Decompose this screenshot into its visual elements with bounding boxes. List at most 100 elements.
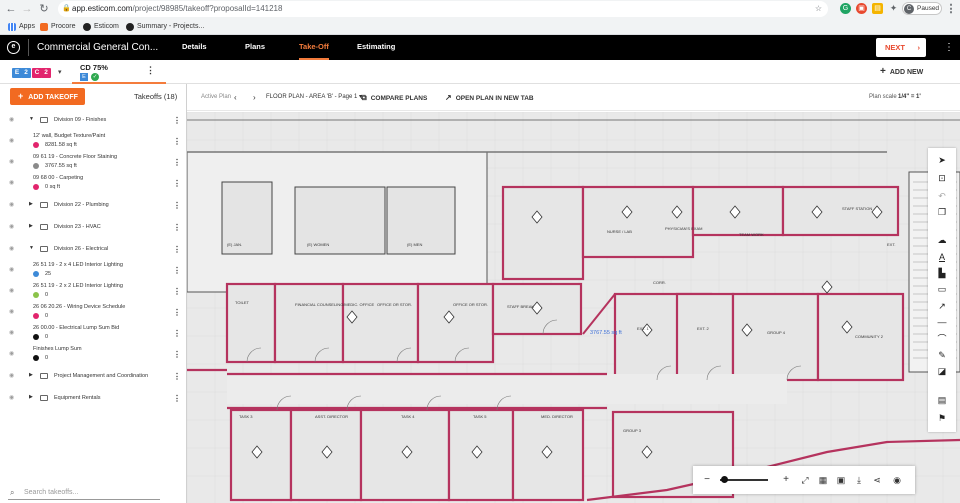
color-swatch[interactable] [33, 313, 39, 319]
row-menu-icon[interactable]: ⋮ [173, 351, 181, 359]
ruler-icon[interactable]: ▭ [928, 281, 956, 297]
takeoff-item[interactable]: ◉ 09 68 00 - Carpeting 0 sq ft ⋮ [0, 174, 187, 194]
forward-icon[interactable]: → [20, 2, 34, 16]
eye-icon[interactable]: ◉ [9, 202, 18, 208]
profile-button[interactable]: C Paused [902, 2, 942, 15]
more-options-icon[interactable]: ⋮ [944, 35, 954, 60]
color-swatch[interactable] [33, 142, 39, 148]
fit-screen-icon[interactable]: ⤢ [797, 466, 813, 494]
eye-icon[interactable]: ◉ [9, 288, 18, 294]
chevron-down-icon[interactable]: ▼ [29, 116, 34, 122]
tab-plans[interactable]: Plans [245, 35, 265, 60]
takeoff-item[interactable]: ◉ 12' wall, Budget Texture/Paint 8281.58 s… [0, 132, 187, 152]
caret-down-icon[interactable]: ▾ [58, 68, 62, 76]
image-icon[interactable]: ▙ [928, 265, 956, 281]
color-swatch[interactable] [33, 355, 39, 361]
grammarly-extension-icon[interactable]: G [840, 3, 851, 14]
compare-plans-button[interactable]: ⧉ COMPARE PLANS [361, 84, 427, 111]
tab-estimating[interactable]: Estimating [357, 35, 395, 60]
row-menu-icon[interactable]: ⋮ [173, 180, 181, 188]
arrow-icon[interactable]: ↗ [928, 298, 956, 314]
zoom-in-icon[interactable]: + [778, 466, 794, 494]
flag-icon[interactable]: ⚑ [928, 410, 956, 426]
line-icon[interactable]: — [928, 314, 956, 330]
division-row[interactable]: ◉ ▶ Division 23 - HVAC ⋮ [0, 217, 187, 237]
prev-plan-icon[interactable]: ‹ [234, 84, 237, 111]
eye-icon[interactable]: ◉ [9, 309, 18, 315]
plan-set-name[interactable]: CD 75% [80, 63, 108, 72]
open-plan-new-tab-button[interactable]: ↗ OPEN PLAN IN NEW TAB [445, 84, 534, 111]
extension-icon[interactable]: ▣ [856, 3, 867, 14]
division-row[interactable]: ◉ ▼ Division 26 - Electrical ⋮ [0, 239, 187, 259]
plan-select[interactable]: FLOOR PLAN - AREA 'B' - Page 1 ▾ [266, 84, 362, 111]
bookmark-star-icon[interactable]: ☆ [815, 1, 822, 17]
takeoff-item[interactable]: ◉ 26 51 19 - 2 x 2 LED Interior Lighting 0… [0, 282, 187, 302]
division-row[interactable]: ◉ ▼ Division 09 - Finishes ⋮ [0, 110, 187, 130]
bookmark-apps[interactable]: Apps [8, 19, 35, 34]
eye-icon[interactable]: ◉ [9, 224, 18, 230]
row-menu-icon[interactable]: ⋮ [173, 138, 181, 146]
eye-icon[interactable]: ◉ [9, 267, 18, 273]
eye-icon[interactable]: ◉ [9, 138, 18, 144]
color-swatch[interactable] [33, 163, 39, 169]
color-swatch[interactable] [33, 292, 39, 298]
visibility-eye-icon[interactable]: ◉ [889, 466, 905, 494]
comment-icon[interactable]: ▤ [928, 392, 956, 408]
row-menu-icon[interactable]: ⋮ [173, 330, 181, 338]
eye-icon[interactable]: ◉ [9, 180, 18, 186]
row-menu-icon[interactable]: ⋮ [173, 246, 181, 254]
next-plan-icon[interactable]: › [253, 84, 256, 111]
download-icon[interactable]: ⤓ [851, 466, 867, 494]
row-menu-icon[interactable]: ⋮ [173, 159, 181, 167]
bookmark-esticom[interactable]: Esticom [83, 19, 119, 34]
next-button[interactable]: NEXT › [876, 38, 926, 57]
esticom-logo-icon[interactable]: e [7, 41, 20, 54]
row-menu-icon[interactable]: ⋮ [173, 224, 181, 232]
fill-icon[interactable]: ◪ [928, 363, 956, 379]
eye-icon[interactable]: ◉ [9, 330, 18, 336]
division-row[interactable]: ◉ ▶ Project Management and Coordination ⋮ [0, 366, 187, 386]
row-menu-icon[interactable]: ⋮ [173, 309, 181, 317]
row-menu-icon[interactable]: ⋮ [173, 267, 181, 275]
eye-icon[interactable]: ◉ [9, 373, 18, 379]
area-select-icon[interactable]: ⊡ [928, 170, 956, 186]
row-menu-icon[interactable]: ⋮ [173, 202, 181, 210]
row-menu-icon[interactable]: ⋮ [173, 117, 181, 125]
row-menu-icon[interactable]: ⋮ [173, 288, 181, 296]
undo-icon[interactable]: ↶ [928, 188, 956, 204]
eye-icon[interactable]: ◉ [9, 395, 18, 401]
eye-icon[interactable]: ◉ [9, 159, 18, 165]
eye-icon[interactable]: ◉ [9, 117, 18, 123]
grid-icon[interactable]: ▦ [815, 466, 831, 494]
eye-icon[interactable]: ◉ [9, 246, 18, 252]
zoom-out-icon[interactable]: − [699, 466, 715, 494]
add-new-button[interactable]: + ADD NEW [880, 60, 923, 84]
extension-icon[interactable]: ▤ [872, 3, 883, 14]
text-icon[interactable]: A [928, 249, 956, 265]
cloud-icon[interactable]: ☁ [928, 232, 956, 248]
reload-icon[interactable]: ↻ [37, 2, 51, 16]
plan-set-menu-icon[interactable]: ⋮ [146, 65, 155, 76]
browser-menu-icon[interactable]: ⋮ [944, 2, 958, 16]
chevron-right-icon[interactable]: ▶ [29, 223, 33, 229]
zoom-slider-handle[interactable] [721, 476, 728, 483]
tab-details[interactable]: Details [182, 35, 207, 60]
bookmark-procore[interactable]: Procore [40, 19, 76, 34]
address-bar[interactable]: 🔒 app.esticom.com/project/98985/takeoff?p… [58, 1, 828, 17]
chevron-right-icon[interactable]: ▶ [29, 394, 33, 400]
chevron-right-icon[interactable]: ▶ [29, 372, 33, 378]
takeoff-item[interactable]: ◉ Finishes Lump Sum 0 ⋮ [0, 345, 187, 365]
bookmark-summary[interactable]: Summary - Projects... [126, 19, 204, 34]
takeoff-item[interactable]: ◉ 26 00.00 - Electrical Lump Sum Bid 0 ⋮ [0, 324, 187, 344]
row-menu-icon[interactable]: ⋮ [173, 395, 181, 403]
puzzle-icon[interactable]: ✦ [888, 3, 899, 14]
chevron-down-icon[interactable]: ▼ [29, 245, 34, 251]
eye-icon[interactable]: ◉ [9, 351, 18, 357]
color-swatch[interactable] [33, 334, 39, 340]
add-takeoff-button[interactable]: + ADD TAKEOFF [10, 88, 85, 105]
plan-scale-value[interactable]: 1/4" = 1' [898, 84, 921, 111]
color-swatch[interactable] [33, 271, 39, 277]
back-icon[interactable]: ← [4, 2, 18, 16]
takeoff-item[interactable]: ◉ 26 06 20.26 - Wiring Device Schedule 0 ⋮ [0, 303, 187, 323]
pen-icon[interactable]: ✎ [928, 347, 956, 363]
